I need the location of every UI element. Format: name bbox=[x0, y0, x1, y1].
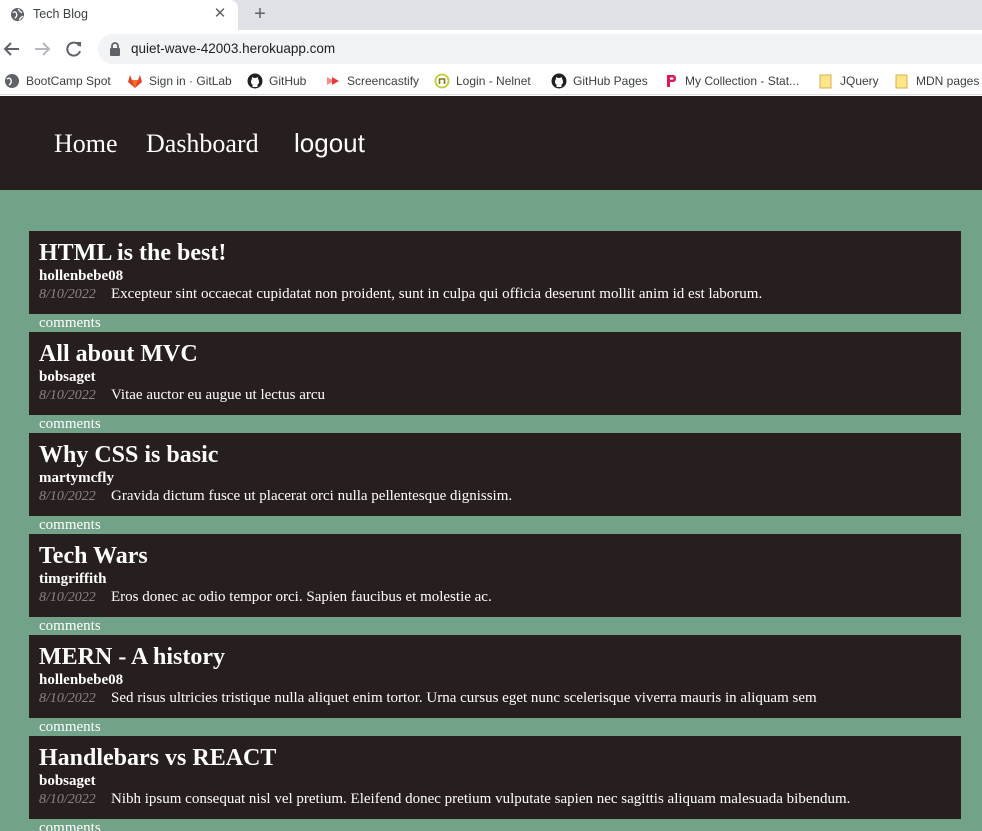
post-item: MERN - A history hollenbebe08 8/10/2022 … bbox=[29, 635, 961, 736]
post-date: 8/10/2022 bbox=[39, 590, 96, 605]
nav-dashboard-link[interactable]: Dashboard bbox=[146, 129, 259, 159]
folder-icon bbox=[895, 74, 908, 89]
post-card[interactable]: Why CSS is basic martymcfly 8/10/2022 Gr… bbox=[29, 433, 961, 516]
comments-link[interactable]: comments bbox=[39, 416, 101, 433]
post-title[interactable]: Tech Wars bbox=[39, 543, 148, 570]
post-list: HTML is the best! hollenbebe08 8/10/2022… bbox=[29, 231, 961, 831]
gitlab-icon bbox=[128, 75, 142, 88]
post-body: Nibh ipsum consequat nisl vel pretium. E… bbox=[111, 791, 851, 807]
bookmark-item[interactable]: MDN pages bbox=[894, 73, 979, 89]
post-date: 8/10/2022 bbox=[39, 287, 96, 302]
bookmark-item[interactable]: My Collection - Stat... bbox=[663, 73, 799, 89]
bookmark-label: Sign in · GitLab bbox=[149, 74, 232, 88]
bookmark-label: BootCamp Spot bbox=[26, 74, 111, 88]
nelnet-icon bbox=[434, 73, 450, 89]
post-date: 8/10/2022 bbox=[39, 388, 96, 403]
postman-icon bbox=[667, 75, 676, 87]
post-item: All about MVC bobsaget 8/10/2022 Vitae a… bbox=[29, 332, 961, 433]
post-body: Gravida dictum fusce ut placerat orci nu… bbox=[111, 488, 513, 504]
bookmark-item[interactable]: BootCamp Spot bbox=[4, 73, 111, 89]
back-icon[interactable] bbox=[2, 39, 22, 59]
globe-icon bbox=[10, 7, 25, 22]
tab-title: Tech Blog bbox=[33, 7, 88, 21]
post-item: Handlebars vs REACT bobsaget 8/10/2022 N… bbox=[29, 736, 961, 831]
comments-link[interactable]: comments bbox=[39, 517, 101, 534]
browser-tabstrip: Tech Blog ✕ + bbox=[0, 0, 982, 30]
github-icon bbox=[551, 73, 567, 89]
bookmark-item[interactable]: Login - Nelnet bbox=[434, 73, 531, 89]
bookmark-label: My Collection - Stat... bbox=[685, 74, 800, 88]
post-author: bobsaget bbox=[39, 773, 96, 789]
bookmark-label: GitHub Pages bbox=[573, 74, 648, 88]
page-content: Home Dashboard logout HTML is the best! … bbox=[0, 96, 982, 831]
bookmarks-bar: BootCamp Spot Sign in · GitLab GitHub Sc… bbox=[0, 67, 982, 95]
close-tab-icon[interactable]: ✕ bbox=[212, 6, 228, 22]
bookmark-item[interactable]: Sign in · GitLab bbox=[127, 73, 232, 89]
comments-link[interactable]: comments bbox=[39, 315, 101, 332]
post-author: timgriffith bbox=[39, 571, 107, 587]
nav-home-link[interactable]: Home bbox=[54, 129, 118, 159]
post-author: hollenbebe08 bbox=[39, 672, 124, 688]
post-title[interactable]: Handlebars vs REACT bbox=[39, 745, 276, 772]
post-author: hollenbebe08 bbox=[39, 268, 124, 284]
bookmark-item[interactable]: Screencastify bbox=[325, 73, 419, 89]
post-date: 8/10/2022 bbox=[39, 691, 96, 706]
post-body: Excepteur sint occaecat cupidatat non pr… bbox=[111, 286, 763, 302]
post-body: Eros donec ac odio tempor orci. Sapien f… bbox=[111, 589, 492, 605]
post-card[interactable]: Tech Wars timgriffith 8/10/2022 Eros don… bbox=[29, 534, 961, 617]
post-body: Vitae auctor eu augue ut lectus arcu bbox=[111, 387, 325, 403]
post-author: bobsaget bbox=[39, 369, 96, 385]
post-body: Sed risus ultricies tristique nulla aliq… bbox=[111, 690, 817, 706]
bookmark-item[interactable]: GitHub bbox=[247, 73, 306, 89]
comments-link[interactable]: comments bbox=[39, 618, 101, 635]
post-card[interactable]: Handlebars vs REACT bobsaget 8/10/2022 N… bbox=[29, 736, 961, 819]
post-title[interactable]: MERN - A history bbox=[39, 644, 225, 671]
bookmark-label: MDN pages bbox=[916, 74, 980, 88]
bookmark-label: JQuery bbox=[840, 74, 879, 88]
site-header: Home Dashboard logout bbox=[0, 96, 982, 190]
forward-icon[interactable] bbox=[32, 39, 52, 59]
post-title[interactable]: HTML is the best! bbox=[39, 240, 226, 267]
post-card[interactable]: MERN - A history hollenbebe08 8/10/2022 … bbox=[29, 635, 961, 718]
lock-icon[interactable] bbox=[108, 41, 122, 57]
bookmark-label: Login - Nelnet bbox=[456, 74, 531, 88]
browser-tab[interactable]: Tech Blog ✕ bbox=[0, 0, 238, 30]
github-icon bbox=[247, 73, 263, 89]
bookmark-label: GitHub bbox=[269, 74, 307, 88]
bookmark-label: Screencastify bbox=[347, 74, 420, 88]
post-item: HTML is the best! hollenbebe08 8/10/2022… bbox=[29, 231, 961, 332]
nav-logout-link[interactable]: logout bbox=[294, 128, 365, 159]
post-item: Tech Wars timgriffith 8/10/2022 Eros don… bbox=[29, 534, 961, 635]
post-item: Why CSS is basic martymcfly 8/10/2022 Gr… bbox=[29, 433, 961, 534]
post-author: martymcfly bbox=[39, 470, 114, 486]
screencastify-icon bbox=[327, 77, 339, 85]
comments-link[interactable]: comments bbox=[39, 820, 101, 831]
bookmark-item[interactable]: JQuery bbox=[818, 73, 879, 89]
reload-icon[interactable] bbox=[64, 39, 84, 59]
new-tab-icon[interactable]: + bbox=[250, 4, 270, 24]
bookmark-item[interactable]: GitHub Pages bbox=[551, 73, 648, 89]
post-title[interactable]: Why CSS is basic bbox=[39, 442, 218, 469]
post-date: 8/10/2022 bbox=[39, 489, 96, 504]
post-card[interactable]: All about MVC bobsaget 8/10/2022 Vitae a… bbox=[29, 332, 961, 415]
post-date: 8/10/2022 bbox=[39, 792, 96, 807]
url-text[interactable]: quiet-wave-42003.herokuapp.com bbox=[131, 41, 335, 56]
comments-link[interactable]: comments bbox=[39, 719, 101, 736]
globe-icon bbox=[5, 74, 19, 88]
post-card[interactable]: HTML is the best! hollenbebe08 8/10/2022… bbox=[29, 231, 961, 314]
post-title[interactable]: All about MVC bbox=[39, 341, 198, 368]
folder-icon bbox=[819, 74, 832, 89]
